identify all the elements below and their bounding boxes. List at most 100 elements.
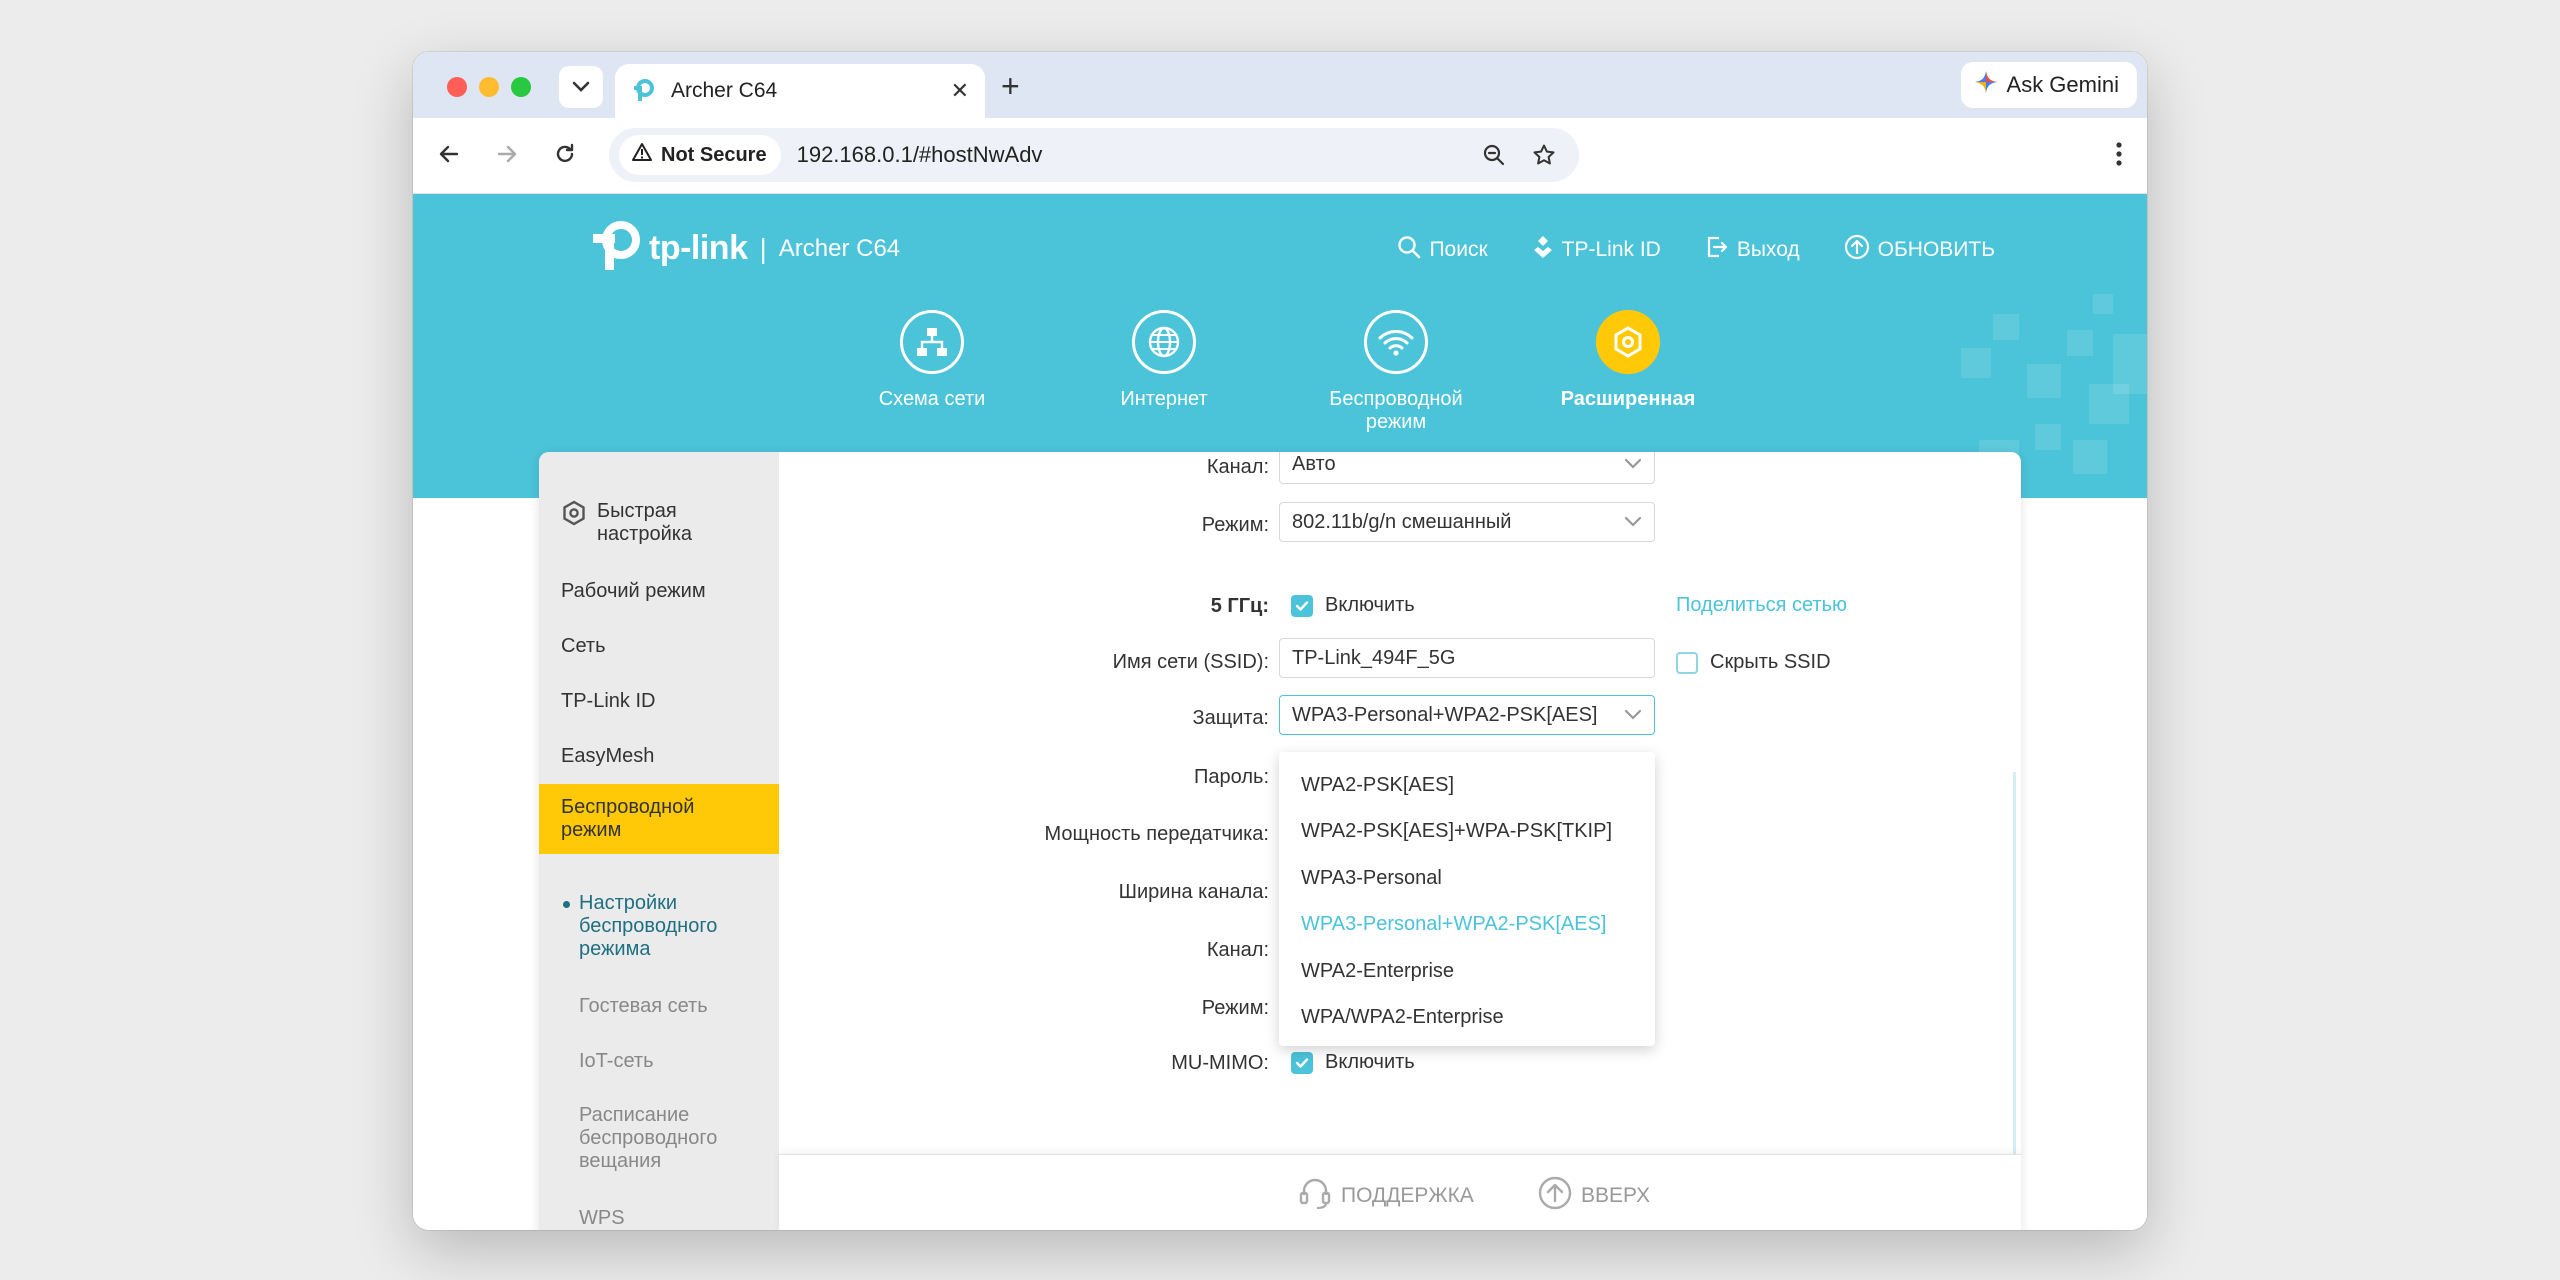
back-to-top-button[interactable]: ВВЕРХ [1537,1175,1650,1217]
top-links: Поиск TP-Link ID Выход ОБНОВИТЬ [1397,234,1995,266]
user-id-icon [1532,234,1554,266]
security-option[interactable]: WPA2-Enterprise [1279,948,1655,995]
scroll-track[interactable] [2013,772,2016,1172]
channel-select-value: Авто [1292,452,1336,475]
logout-link[interactable]: Выход [1705,234,1800,266]
forward-button[interactable] [491,140,523,172]
address-bar[interactable]: Not Secure 192.168.0.1/#hostNwAdv [609,128,1579,182]
security-dropdown-menu: WPA2-PSK[AES] WPA2-PSK[AES]+WPA-PSK[TKIP… [1279,752,1655,1046]
tab-title: Archer C64 [671,79,778,102]
tplink-id-link[interactable]: TP-Link ID [1532,234,1661,266]
sidebar-item-quick-setup[interactable]: Быстрая настройка [539,500,779,546]
upload-circle-icon [1844,234,1870,266]
search-icon [1397,235,1421,265]
support-button[interactable]: ПОДДЕРЖКА [1297,1175,1474,1217]
security-select[interactable]: WPA3-Personal+WPA2-PSK[AES] [1279,695,1655,735]
sidebar-item-easymesh[interactable]: EasyMesh [539,745,779,768]
sidebar-sub-wps[interactable]: WPS [539,1207,779,1230]
security-indicator[interactable]: Not Secure [619,135,781,175]
chevron-down-icon [1624,511,1642,534]
tab-search-button[interactable] [559,66,603,108]
reload-button[interactable] [549,140,581,172]
content-card: Быстрая настройка Рабочий режим Сеть TP-… [539,452,2021,1230]
sidebar-wireless-label-2: режим [561,819,622,841]
wireless-settings-form: Канал: Авто Режим: 802.11b/g/n смешанный… [779,452,2021,1230]
tplink-brand[interactable]: tp-link | Archer C64 [589,220,900,277]
tx-power-label: Мощность передатчика: [1044,823,1269,845]
share-network-link[interactable]: Поделиться сетью [1676,594,1847,617]
nav-internet[interactable]: Интернет [1054,310,1274,411]
close-tab-icon[interactable]: ✕ [951,78,969,104]
browser-tab[interactable]: Archer C64 ✕ [615,64,985,118]
channel-select[interactable]: Авто [1279,452,1655,484]
mode-label: Режим: [1201,514,1269,536]
arrow-left-icon [437,142,461,171]
zoom-icon[interactable] [1479,140,1509,170]
sidebar-item-network[interactable]: Сеть [539,635,779,658]
update-link[interactable]: ОБНОВИТЬ [1844,234,1995,266]
security-option[interactable]: WPA3-Personal [1279,855,1655,902]
brand-separator: | [759,232,767,264]
sidebar-sub-wireless-settings[interactable]: Настройки беспроводного режима [539,892,779,961]
mode-select[interactable]: 802.11b/g/n смешанный [1279,502,1655,542]
gear-icon [561,500,587,546]
channel-width-label: Ширина канала: [1118,881,1269,903]
wifi-icon [1364,310,1428,374]
sidebar-sub-iot-network[interactable]: IoT-сеть [539,1050,779,1073]
globe-icon [1132,310,1196,374]
ask-gemini-label: Ask Gemini [2006,72,2119,97]
band-5ghz-enable-checkbox[interactable]: Включить [1291,594,1415,617]
hide-ssid-checkbox[interactable]: Скрыть SSID [1676,651,1831,674]
bookmark-star-icon[interactable] [1529,140,1559,170]
nav-advanced[interactable]: Расширенная [1518,310,1738,411]
logout-label: Выход [1736,238,1800,261]
security-option[interactable]: WPA2-PSK[AES] [1279,762,1655,809]
security-select-value: WPA3-Personal+WPA2-PSK[AES] [1292,703,1598,726]
nav-wireless[interactable]: Беспроводной режим [1286,310,1506,434]
sidebar-item-operation-mode[interactable]: Рабочий режим [539,580,779,603]
logo-text: tp-link [649,229,748,267]
network-map-icon [900,310,964,374]
tplink-favicon-icon [631,79,655,103]
sidebar-wireless-label-1: Беспроводной [561,796,695,818]
back-to-top-label: ВВЕРХ [1581,1184,1651,1207]
page-footer: ПОДДЕРЖКА ВВЕРХ [779,1154,2021,1230]
band-5ghz-enable-label: Включить [1325,594,1415,616]
ssid-input-value: TP-Link_494F_5G [1292,646,1456,669]
security-option[interactable]: WPA2-PSK[AES]+WPA-PSK[TKIP] [1279,809,1655,856]
search-label: Поиск [1429,238,1488,261]
nav-wireless-label-2: режим [1365,411,1427,433]
ssid-input[interactable]: TP-Link_494F_5G [1279,638,1655,678]
sidebar-quick-setup-label-1: Быстрая [597,500,677,522]
close-window-button[interactable] [447,77,467,97]
mode-select-value: 802.11b/g/n смешанный [1292,510,1512,533]
url-text[interactable]: 192.168.0.1/#hostNwAdv [797,142,1479,168]
support-label: ПОДДЕРЖКА [1341,1184,1474,1207]
chevron-down-icon [1624,453,1642,476]
sidebar-sub-guest-network[interactable]: Гостевая сеть [539,995,779,1018]
minimize-window-button[interactable] [479,77,499,97]
security-option[interactable]: WPA/WPA2-Enterprise [1279,995,1655,1042]
ask-gemini-button[interactable]: Ask Gemini [1960,62,2137,108]
update-label: ОБНОВИТЬ [1877,238,1995,261]
nav-advanced-label: Расширенная [1560,388,1696,410]
new-tab-button[interactable]: + [1001,68,1020,104]
gear-icon [1596,310,1660,374]
browser-toolbar: Not Secure 192.168.0.1/#hostNwAdv [413,118,2147,194]
search-link[interactable]: Поиск [1397,234,1488,266]
sidebar-sub-wireless-schedule[interactable]: Расписание беспроводного вещания [539,1104,779,1173]
reload-icon [553,142,577,171]
sidebar-item-wireless[interactable]: Беспроводной режим [539,784,779,854]
browser-menu-icon[interactable] [2115,140,2123,173]
back-button[interactable] [433,140,465,172]
maximize-window-button[interactable] [511,77,531,97]
headset-icon [1297,1175,1333,1217]
sidebar-item-tplink-id[interactable]: TP-Link ID [539,690,779,713]
mode-5ghz-label: Режим: [1201,997,1269,1019]
mumimo-enable-checkbox[interactable]: Включить [1291,1051,1415,1074]
security-option-selected[interactable]: WPA3-Personal+WPA2-PSK[AES] [1279,902,1655,949]
channel-5ghz-label: Канал: [1206,939,1269,961]
checkbox-unchecked-icon [1676,651,1698,674]
nav-network-map[interactable]: Схема сети [822,310,1042,411]
sidebar-sub-settings-label-2: беспроводного [579,915,718,937]
